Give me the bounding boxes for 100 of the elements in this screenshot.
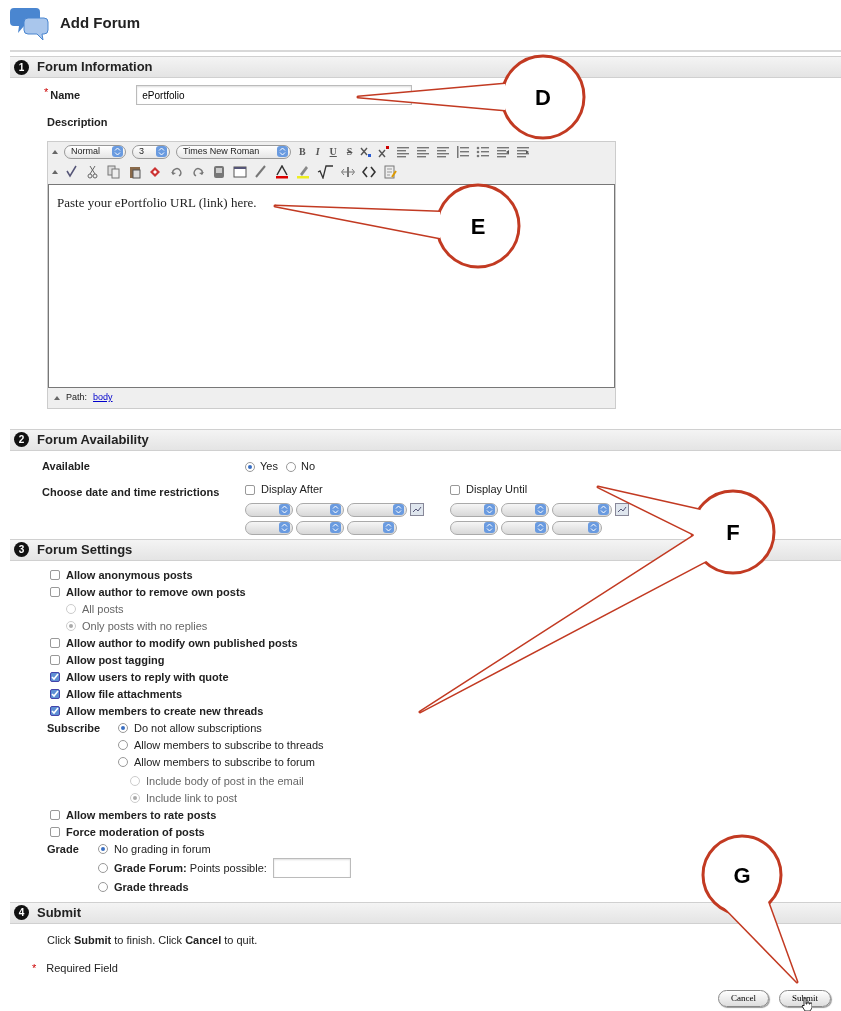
radio-button[interactable] [118, 757, 128, 767]
align-center-icon[interactable] [416, 144, 431, 159]
step-number: 4 [14, 905, 29, 920]
step-number: 2 [14, 432, 29, 447]
step-number: 1 [14, 59, 29, 75]
checkbox[interactable] [450, 484, 460, 495]
highlighter-icon[interactable] [296, 164, 310, 179]
checkbox[interactable] [50, 587, 60, 597]
radio-button[interactable] [98, 863, 108, 873]
radio-button[interactable] [245, 461, 255, 472]
checkbox[interactable] [50, 570, 60, 580]
day-select[interactable] [296, 502, 344, 517]
paste-icon[interactable] [128, 164, 142, 179]
scissors-icon[interactable] [86, 164, 100, 179]
square-root-icon[interactable] [317, 164, 334, 179]
minute-select[interactable] [501, 520, 549, 535]
option-label: Yes [260, 459, 278, 475]
section-title: Forum Availability [37, 430, 149, 449]
year-select[interactable] [347, 502, 407, 517]
radio-button[interactable] [118, 723, 128, 733]
outdent-icon[interactable] [496, 144, 511, 159]
field-label: Description [47, 115, 109, 130]
align-right-icon[interactable] [436, 144, 451, 159]
checkbox[interactable] [50, 655, 60, 665]
radio-button[interactable] [118, 740, 128, 750]
option-label: Allow members to rate posts [66, 807, 217, 823]
option-label: All posts [82, 601, 124, 617]
option-label: Allow file attachments [66, 686, 183, 702]
collapse-caret-icon[interactable] [54, 394, 60, 401]
option-label: No grading in forum [114, 841, 211, 857]
year-select[interactable] [552, 502, 612, 517]
field-label: Grade [47, 841, 80, 857]
minute-select[interactable] [296, 520, 344, 535]
checkbox[interactable] [50, 706, 60, 716]
spellcheck-icon[interactable] [65, 164, 79, 179]
radio-button[interactable] [98, 882, 108, 892]
numbered-list-icon[interactable] [456, 144, 471, 159]
subscript-icon[interactable] [360, 145, 373, 158]
collapse-caret-icon[interactable] [52, 148, 58, 155]
select-value: Normal [71, 144, 100, 158]
hour-select[interactable] [450, 520, 498, 535]
table-icon[interactable] [233, 164, 247, 179]
format-select[interactable]: Normal [64, 144, 126, 159]
option-label: Only posts with no replies [82, 618, 208, 634]
name-field[interactable]: ePortfolio [136, 85, 413, 105]
option-label: Allow post tagging [66, 652, 165, 668]
checkbox[interactable] [50, 638, 60, 648]
option-label: Grade Forum: Points possible: [114, 860, 267, 876]
text-color-icon[interactable] [275, 164, 289, 179]
month-select[interactable] [245, 502, 293, 517]
points-field[interactable] [272, 858, 351, 878]
calendar-icon[interactable] [410, 503, 424, 516]
indent-icon[interactable] [516, 144, 531, 159]
font-select[interactable]: Times New Roman [176, 144, 291, 159]
dropdown-arrow-icon [588, 522, 599, 533]
month-select[interactable] [450, 502, 498, 517]
instructions-text: Click Submit to finish. Click Cancel to quit. [47, 932, 259, 948]
select-value: 3 [139, 144, 144, 158]
superscript-icon[interactable] [378, 145, 391, 158]
strikethrough-button[interactable]: S [344, 144, 355, 159]
code-icon[interactable] [362, 164, 376, 179]
radio-button[interactable] [285, 461, 296, 472]
checkbox[interactable] [50, 827, 60, 837]
align-left-icon[interactable] [396, 144, 411, 159]
resize-icon[interactable] [341, 164, 355, 179]
dropdown-arrow-icon [112, 146, 123, 157]
size-select[interactable]: 3 [132, 144, 170, 159]
ampm-select[interactable] [347, 520, 397, 535]
bullet-list-icon[interactable] [476, 144, 491, 159]
dropdown-arrow-icon [277, 146, 288, 157]
editor-text: Paste your ePortfolio URL (link) here. [57, 194, 257, 210]
calendar-icon[interactable] [615, 503, 629, 516]
notepad-icon[interactable] [383, 164, 397, 179]
required-mark: * [32, 961, 37, 976]
collapse-caret-icon[interactable] [52, 168, 58, 175]
copy-icon[interactable] [107, 164, 121, 179]
dropdown-arrow-icon [156, 146, 167, 157]
underline-button[interactable]: U [327, 144, 339, 159]
field-label: Subscribe [47, 720, 102, 736]
option-label: Allow members to subscribe to forum [134, 754, 315, 770]
cancel-button[interactable]: Cancel [718, 989, 769, 1007]
dropdown-arrow-icon [279, 522, 290, 533]
checkbox[interactable] [50, 810, 60, 820]
radio-button[interactable] [98, 844, 108, 854]
bold-button[interactable]: B [297, 144, 308, 159]
checkbox[interactable] [50, 672, 60, 682]
italic-button[interactable]: I [313, 144, 322, 159]
ampm-select[interactable] [552, 520, 602, 535]
hour-select[interactable] [245, 520, 293, 535]
path-link[interactable]: body [93, 390, 113, 405]
dropdown-arrow-icon [279, 504, 290, 515]
option-label: No [300, 459, 315, 475]
callout-letter: G [733, 863, 751, 888]
checkbox[interactable] [50, 689, 60, 699]
checkbox[interactable] [245, 484, 255, 495]
option-label: Allow users to reply with quote [66, 669, 229, 685]
dropdown-arrow-icon [598, 504, 609, 515]
option-label: Display Until [466, 482, 528, 498]
option-label: Allow author to remove own posts [66, 584, 246, 600]
day-select[interactable] [501, 502, 549, 517]
